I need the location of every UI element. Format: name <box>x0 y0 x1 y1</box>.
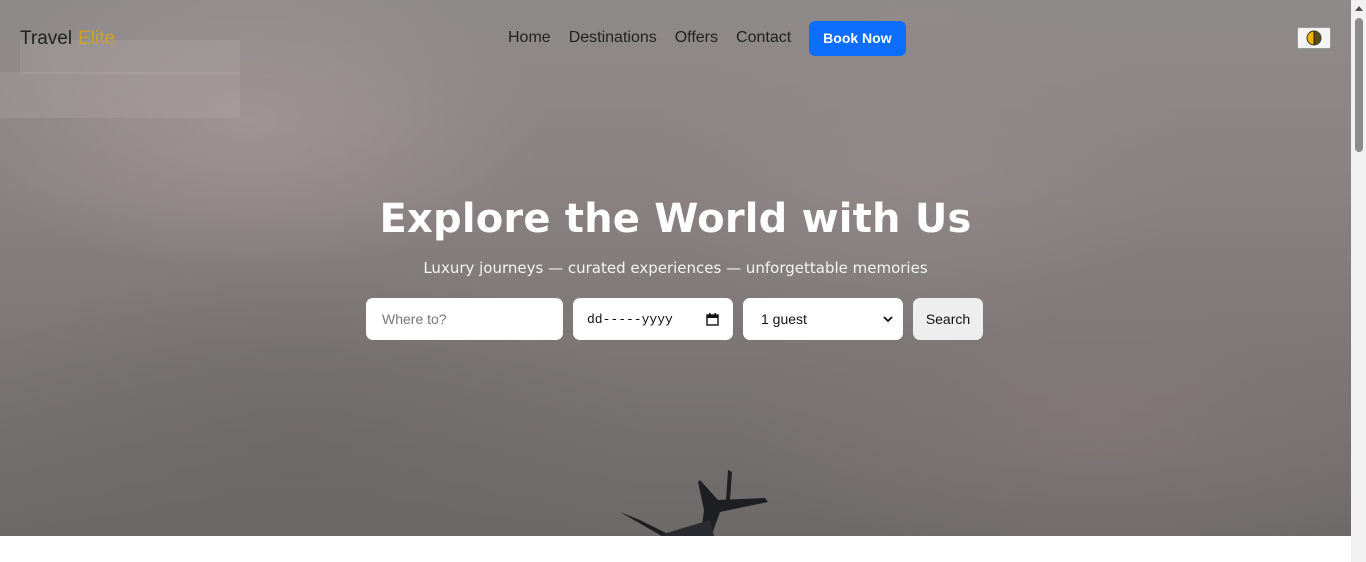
hero-blur-overlay <box>0 72 240 118</box>
brand-logo[interactable]: Travel Elite <box>20 28 115 50</box>
guests-selected-value: 1 guest <box>761 311 807 327</box>
nav-offers[interactable]: Offers <box>675 29 718 47</box>
main-nav: Home Destinations Offers Contact Book No… <box>508 20 906 56</box>
airplane-image <box>620 470 768 536</box>
page: Travel Elite Home Destinations Offers Con… <box>0 0 1366 562</box>
nav-contact[interactable]: Contact <box>736 29 791 47</box>
destination-field[interactable] <box>366 298 563 340</box>
chevron-down-icon <box>883 316 893 323</box>
theme-toggle-button[interactable] <box>1297 27 1331 49</box>
page-scrollbar[interactable] <box>1351 0 1366 562</box>
scrollbar-thumb[interactable] <box>1355 18 1363 152</box>
search-bar: dd-----yyyy 1 guest Search <box>366 298 983 340</box>
triangle-up-icon <box>1354 6 1363 11</box>
destination-input[interactable] <box>380 310 554 328</box>
brand-name: Travel <box>20 28 73 49</box>
content-start <box>0 536 1351 562</box>
hero-title: Explore the World with Us <box>379 196 972 242</box>
nav-home[interactable]: Home <box>508 29 551 47</box>
guests-select[interactable]: 1 guest <box>743 298 903 340</box>
book-now-button[interactable]: Book Now <box>809 20 906 56</box>
search-button[interactable]: Search <box>913 298 983 340</box>
nav-destinations[interactable]: Destinations <box>569 29 657 47</box>
brand-accent: Elite <box>78 28 116 49</box>
calendar-icon[interactable] <box>706 312 719 326</box>
hero-subtitle: Luxury journeys — curated experiences — … <box>423 259 928 277</box>
scroll-up-button[interactable] <box>1351 2 1366 14</box>
half-moon-icon <box>1306 30 1322 46</box>
date-field[interactable]: dd-----yyyy <box>573 298 733 340</box>
site-header: Travel Elite Home Destinations Offers Con… <box>0 0 1351 76</box>
date-placeholder: dd-----yyyy <box>587 311 673 327</box>
